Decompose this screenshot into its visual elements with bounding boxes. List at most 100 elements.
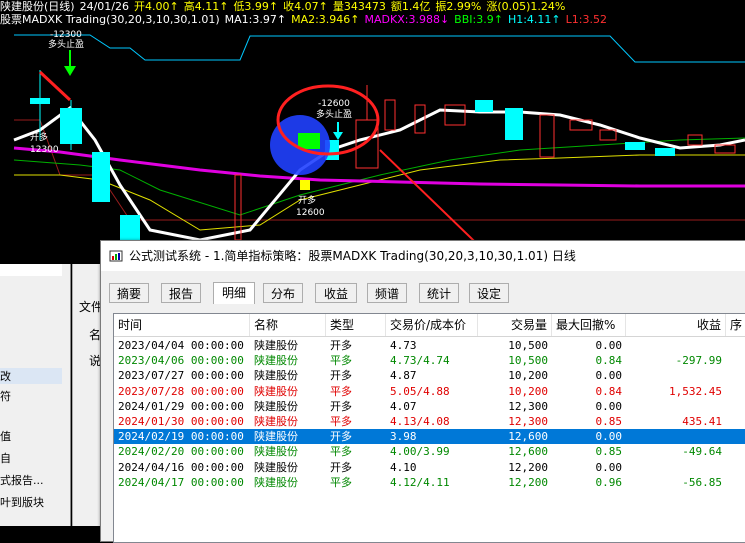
cell-time: 2023/04/06 00:00:00 xyxy=(118,354,244,368)
cell-drawdown: 0.96 xyxy=(595,475,623,489)
cell-drawdown: 0.00 xyxy=(595,399,623,413)
cell-type: 平多 xyxy=(330,354,352,368)
left-panel-item[interactable]: 自 xyxy=(0,450,11,466)
cell-profit xyxy=(626,429,726,444)
col-header-drawdown[interactable]: 最大回撤% xyxy=(552,314,626,336)
cell-type: 平多 xyxy=(330,415,352,428)
cell-name: 陕建股份 xyxy=(254,415,298,428)
cell-name: 陕建股份 xyxy=(254,399,298,413)
cell-time: 2023/04/04 00:00:00 xyxy=(118,339,244,352)
chart-label: 12300 xyxy=(30,145,59,155)
cell-price: 4.13/4.08 xyxy=(390,415,450,428)
left-side-panel: 改 符 值 自 式报告... 叶到版块 xyxy=(0,264,71,526)
tab-profit[interactable]: 收益 xyxy=(315,283,357,303)
tab-summary[interactable]: 摘要 xyxy=(109,283,149,303)
cell-time: 2023/07/28 00:00:00 xyxy=(118,384,244,398)
col-header-profit[interactable]: 收益 xyxy=(626,314,726,336)
cell-price: 4.00/3.99 xyxy=(390,445,450,459)
cell-time: 2024/04/16 00:00:00 xyxy=(118,460,244,474)
tab-distribution[interactable]: 分布 xyxy=(263,283,303,303)
left-panel-item[interactable]: 符 xyxy=(0,388,11,404)
col-header-seq[interactable]: 序 xyxy=(726,314,745,336)
cell-price: 4.12/4.11 xyxy=(390,475,450,489)
tab-statistics[interactable]: 统计 xyxy=(419,283,459,303)
cell-profit: -297.99 xyxy=(675,354,722,368)
trade-detail-table[interactable]: 时间 名称 类型 交易价/成本价 交易量 最大回撤% 收益 序 2023/04/… xyxy=(113,313,745,543)
candle xyxy=(234,174,242,241)
candle xyxy=(355,119,379,169)
cell-drawdown: 0.00 xyxy=(595,339,623,352)
cell-time: 2024/02/20 00:00:00 xyxy=(118,445,244,459)
cell-drawdown: 0.00 xyxy=(595,369,623,383)
cell-name: 陕建股份 xyxy=(254,354,298,368)
cell-drawdown: 0.84 xyxy=(595,384,623,398)
cell-seq: 2 xyxy=(726,414,745,429)
cell-profit xyxy=(626,460,726,475)
cell-price: 5.05/4.88 xyxy=(390,384,450,398)
cell-seq: 1 xyxy=(726,384,745,399)
cell-type: 平多 xyxy=(330,445,352,459)
cell-seq: 1 xyxy=(726,368,745,383)
cell-time: 2024/04/17 00:00:00 xyxy=(118,475,244,489)
cell-name: 陕建股份 xyxy=(254,430,298,444)
cell-price: 4.73/4.74 xyxy=(390,354,450,368)
col-header-price[interactable]: 交易价/成本价 xyxy=(386,314,478,336)
cell-type: 开多 xyxy=(330,460,352,474)
cell-seq xyxy=(726,338,745,353)
cell-drawdown: 0.00 xyxy=(595,460,623,474)
candle xyxy=(539,114,555,158)
table-row[interactable]: 2023/04/06 00:00:00 陕建股份 平多 4.73/4.74 10,500… xyxy=(114,353,745,368)
cell-drawdown: 0.00 xyxy=(595,430,623,444)
cell-profit xyxy=(626,368,726,383)
left-panel-item[interactable]: 式报告... xyxy=(0,472,44,488)
candle xyxy=(625,142,645,150)
col-header-time[interactable]: 时间 xyxy=(114,314,250,336)
cell-type: 开多 xyxy=(330,430,352,444)
left-panel-item[interactable]: 叶到版块 xyxy=(0,494,44,510)
tab-settings[interactable]: 设定 xyxy=(469,283,509,303)
cell-seq: 3 xyxy=(726,475,745,490)
chart-label: 多头止盈 xyxy=(316,110,353,120)
tab-report[interactable]: 报告 xyxy=(161,283,201,303)
candle xyxy=(505,108,523,140)
dialog-title: 公式测试系统 - 1.简单指标策略：股票MADXK Trading(30,20,… xyxy=(129,249,576,263)
formula-test-dialog: 公式测试系统 - 1.简单指标策略：股票MADXK Trading(30,20,… xyxy=(100,240,745,543)
col-header-type[interactable]: 类型 xyxy=(326,314,386,336)
cell-drawdown: 0.85 xyxy=(595,445,623,459)
cell-volume: 10,200 xyxy=(508,369,548,383)
tab-spectrum[interactable]: 频谱 xyxy=(367,283,407,303)
cell-profit: -49.64 xyxy=(682,445,722,459)
col-header-volume[interactable]: 交易量 xyxy=(478,314,552,336)
cell-volume: 12,200 xyxy=(508,475,548,489)
cell-volume: 10,500 xyxy=(508,354,548,368)
cell-type: 开多 xyxy=(330,339,352,352)
table-row[interactable]: 2024/01/30 00:00:00 陕建股份 平多 4.13/4.08 12,300… xyxy=(114,414,745,429)
cell-profit: 1,532.45 xyxy=(669,384,722,398)
table-row[interactable]: 2023/07/28 00:00:00 陕建股份 平多 5.05/4.88 10,200… xyxy=(114,384,745,399)
cell-volume: 12,600 xyxy=(508,445,548,459)
table-row[interactable]: 2024/04/16 00:00:00 陕建股份 开多 4.10 12,200 0.00 3 xyxy=(114,460,745,475)
candles xyxy=(30,70,736,245)
chart-label: -12300 xyxy=(50,30,82,40)
col-header-name[interactable]: 名称 xyxy=(250,314,326,336)
candle xyxy=(444,104,466,126)
cell-type: 开多 xyxy=(330,399,352,413)
left-panel-item[interactable]: 改 xyxy=(0,368,62,384)
table-row[interactable]: 2023/04/04 00:00:00 陕建股份 开多 4.73 10,500 0.00 xyxy=(114,338,745,353)
dialog-titlebar[interactable]: 公式测试系统 - 1.简单指标策略：股票MADXK Trading(30,20,… xyxy=(101,241,745,271)
table-row[interactable]: 2024/01/29 00:00:00 陕建股份 开多 4.07 12,300 0.00 2 xyxy=(114,399,745,414)
table-row[interactable]: 2024/02/20 00:00:00 陕建股份 平多 4.00/3.99 12,600… xyxy=(114,444,745,459)
candle xyxy=(92,152,110,202)
table-row[interactable]: 2023/07/27 00:00:00 陕建股份 开多 4.87 10,200 0.00 1 xyxy=(114,368,745,383)
left-panel-item[interactable]: 值 xyxy=(0,428,11,444)
tab-detail[interactable]: 明细 xyxy=(213,282,255,304)
cell-time: 2024/01/29 00:00:00 xyxy=(118,399,244,413)
cell-profit: 435.41 xyxy=(682,415,722,428)
cell-time: 2024/01/30 00:00:00 xyxy=(118,415,244,428)
table-row[interactable]: 2024/02/19 00:00:00 陕建股份 开多 3.98 12,600 0.00 2 xyxy=(114,429,745,445)
cell-volume: 12,200 xyxy=(508,460,548,474)
chart-label: 12600 xyxy=(296,208,325,218)
cell-name: 陕建股份 xyxy=(254,339,298,352)
cell-volume: 10,500 xyxy=(508,339,548,352)
table-row[interactable]: 2024/04/17 00:00:00 陕建股份 平多 4.12/4.11 12,200… xyxy=(114,475,745,490)
